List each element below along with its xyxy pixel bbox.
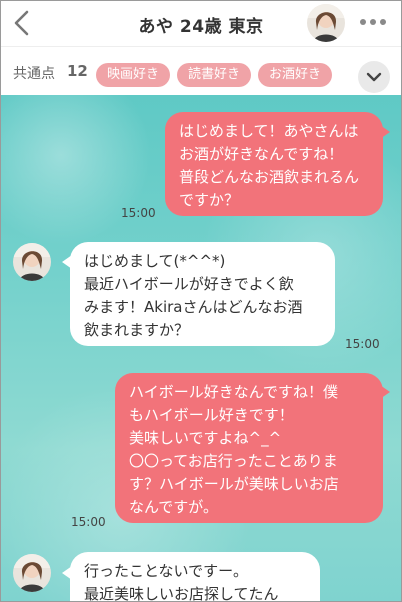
message-list[interactable]: はじめまして！あやさんは お酒が好きなんですね！ 普段どんなお酒飲まれるん です… <box>1 95 401 601</box>
message-line: 最近美味しいお店探してたん <box>84 585 279 602</box>
sent-message-bubble[interactable]: ハイボール好きなんですね！僕 もハイボール好きです！ 美味しいですよね^_^ 〇… <box>115 373 383 523</box>
interest-tag[interactable]: お酒好き <box>258 63 332 87</box>
message-line: お酒が好きなんですね！ <box>179 145 344 163</box>
message-line: ハイボール好きなんですね！僕 <box>129 383 338 401</box>
message-line: 飲まれますか？ <box>84 321 190 339</box>
received-message-bubble[interactable]: 行ったことないですー。 最近美味しいお店探してたん <box>70 552 320 602</box>
chat-screen: あや 24歳 東京 共通点 12 映画好き 読書好き お酒好き はじめまして！あ… <box>0 0 402 602</box>
message-line: 行ったことないですー。 <box>84 562 248 580</box>
message-line: 〇〇ってお店行ったことありま <box>129 452 338 470</box>
message-line: 最近ハイボールが好きでよく飲 <box>84 275 294 293</box>
chevron-down-icon <box>366 72 382 82</box>
interest-tag[interactable]: 映画好き <box>96 63 170 87</box>
message-line: 美味しいですよね^_^ <box>129 429 282 447</box>
partner-avatar[interactable] <box>13 243 51 281</box>
message-line: 普段どんなお酒飲まれるん <box>179 168 360 186</box>
message-time: 15:00 <box>121 206 156 220</box>
more-dots-icon[interactable] <box>357 13 389 31</box>
message-line: もハイボール好きです！ <box>129 406 294 424</box>
partner-avatar[interactable] <box>13 554 51 592</box>
header-bar: あや 24歳 東京 <box>1 1 401 46</box>
interest-tag[interactable]: 読書好き <box>177 63 251 87</box>
message-time: 15:00 <box>71 515 106 529</box>
message-line: みます！Akiraさんはどんなお酒 <box>84 298 303 316</box>
message-time: 15:00 <box>345 337 380 351</box>
common-count: 12 <box>67 62 88 80</box>
message-line: す？ハイボールが美味しいお店 <box>129 475 339 493</box>
sent-message-bubble[interactable]: はじめまして！あやさんは お酒が好きなんですね！ 普段どんなお酒飲まれるん です… <box>165 112 383 216</box>
message-line: なんですが。 <box>129 498 218 516</box>
partner-avatar[interactable] <box>307 4 345 42</box>
expand-button[interactable] <box>358 61 390 93</box>
common-label: 共通点 <box>13 66 55 82</box>
received-message-bubble[interactable]: はじめまして(*^^*) 最近ハイボールが好きでよく飲 みます！Akiraさんは… <box>70 242 335 346</box>
message-line: ですか？ <box>179 191 240 209</box>
bubble-tail <box>380 125 390 139</box>
message-line: はじめまして！あやさんは <box>179 122 359 140</box>
bubble-tail <box>380 385 390 399</box>
common-interests-bar: 共通点 12 映画好き 読書好き お酒好き <box>1 46 401 96</box>
message-line: はじめまして(*^^*) <box>84 252 226 270</box>
